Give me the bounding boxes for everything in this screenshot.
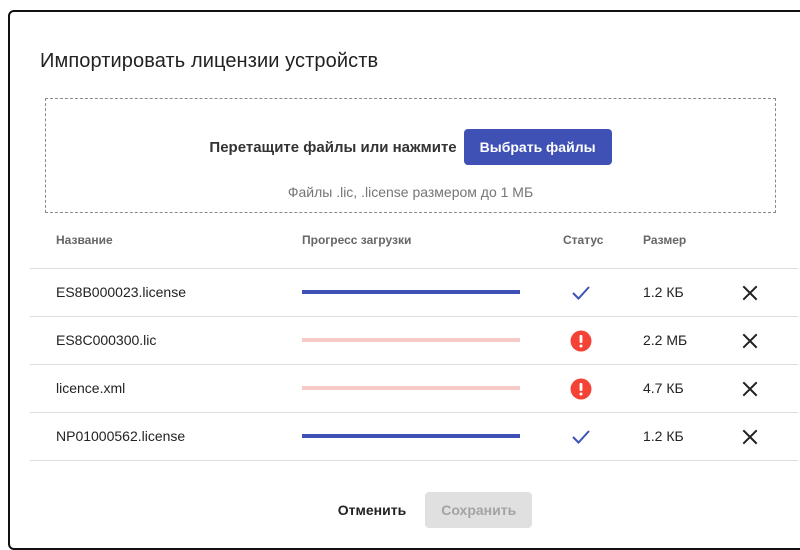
save-button: Сохранить — [425, 492, 533, 528]
file-name: licence.xml — [56, 380, 126, 396]
status-error — [570, 378, 592, 400]
file-size: 4.7 КБ — [643, 380, 684, 396]
dialog-title: Импортировать лицензии устройств — [40, 50, 379, 72]
file-size: 2.2 МБ — [643, 332, 688, 348]
dialog-actions: Отменить Сохранить — [10, 492, 800, 528]
close-icon — [742, 429, 758, 445]
file-name: ES8B000023.license — [56, 284, 186, 300]
status-error — [570, 330, 592, 352]
file-size: 1.2 КБ — [643, 284, 684, 300]
close-icon — [742, 381, 758, 397]
table-header: Название Прогресс загрузки Статус Размер — [30, 228, 798, 269]
error-icon — [570, 378, 592, 400]
file-dropzone[interactable]: Перетащите файлы или нажмите Выбрать фай… — [45, 98, 776, 213]
upload-progress-fill — [302, 290, 520, 294]
upload-progress-fill — [302, 434, 520, 438]
remove-file-button[interactable] — [740, 427, 760, 447]
upload-progress-bar — [302, 386, 520, 390]
file-size: 1.2 КБ — [643, 428, 684, 444]
table-row: ES8B000023.license 1.2 КБ — [30, 269, 798, 317]
file-name: NP01000562.license — [56, 428, 186, 444]
error-icon — [570, 330, 592, 352]
column-header-progress: Прогресс загрузки — [302, 233, 412, 247]
status-success — [570, 282, 592, 304]
file-name: ES8C000300.lic — [56, 332, 157, 348]
check-icon — [572, 286, 590, 300]
import-licenses-dialog: Импортировать лицензии устройств Перетащ… — [8, 10, 800, 550]
dropzone-hint: Файлы .lic, .license размером до 1 МБ — [287, 184, 534, 200]
table-row: licence.xml 4.7 КБ — [30, 365, 798, 413]
close-icon — [742, 285, 758, 301]
column-header-size: Размер — [643, 233, 687, 247]
dropzone-row: Перетащите файлы или нажмите Выбрать фай… — [46, 129, 775, 165]
column-header-name: Название — [56, 233, 113, 247]
status-success — [570, 426, 592, 448]
remove-file-button[interactable] — [740, 331, 760, 351]
remove-file-button[interactable] — [740, 379, 760, 399]
table-row: NP01000562.license 1.2 КБ — [30, 413, 798, 461]
upload-progress-bar — [302, 290, 520, 294]
table-row: ES8C000300.lic 2.2 МБ — [30, 317, 798, 365]
close-icon — [742, 333, 758, 349]
column-header-status: Статус — [563, 233, 604, 247]
files-table: Название Прогресс загрузки Статус Размер… — [30, 228, 798, 461]
cancel-button[interactable]: Отменить — [322, 492, 422, 528]
upload-progress-bar — [302, 434, 520, 438]
remove-file-button[interactable] — [740, 283, 760, 303]
choose-files-button[interactable]: Выбрать файлы — [463, 129, 612, 165]
dropzone-prompt: Перетащите файлы или нажмите — [209, 138, 457, 156]
check-icon — [572, 430, 590, 444]
upload-progress-bar — [302, 338, 520, 342]
